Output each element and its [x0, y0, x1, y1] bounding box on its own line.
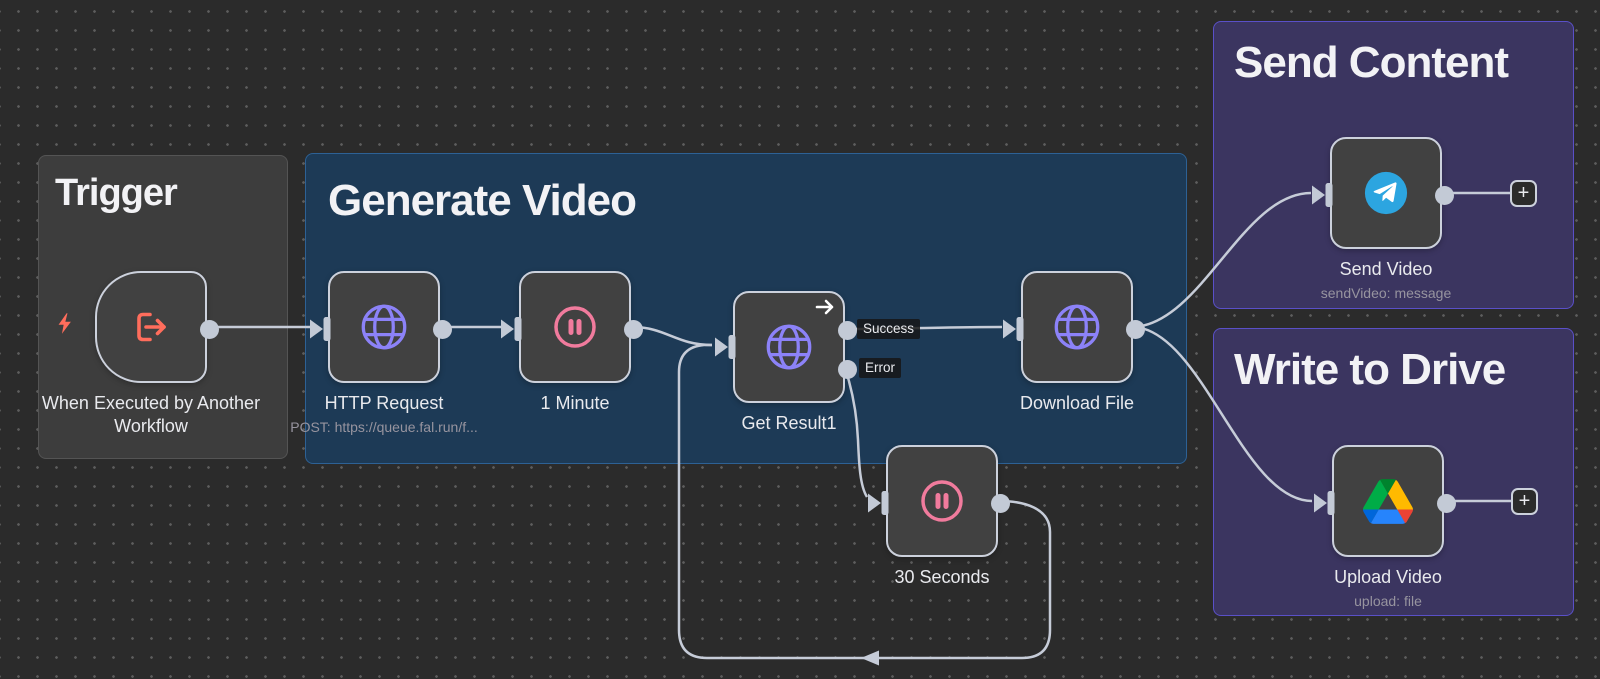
- node-wait-30-seconds[interactable]: 30 Seconds: [868, 445, 1010, 587]
- add-node-button[interactable]: +: [1510, 180, 1537, 207]
- input-connector[interactable]: [1002, 316, 1024, 342]
- node-label: 1 Minute: [540, 393, 610, 413]
- input-connector[interactable]: [500, 316, 522, 342]
- output-connector[interactable]: [624, 320, 643, 339]
- node-get-result1[interactable]: Get Result1: [715, 291, 857, 433]
- input-connector[interactable]: [1313, 490, 1335, 516]
- output-connector-error[interactable]: [838, 360, 857, 379]
- output-connector[interactable]: [991, 494, 1010, 513]
- output-label-error: Error: [859, 358, 901, 378]
- node-upload-video[interactable]: Upload Video upload: file: [1314, 445, 1456, 609]
- pause-icon: [921, 480, 963, 522]
- node-label: 30 Seconds: [894, 567, 990, 587]
- execute-workflow-icon: [137, 312, 166, 342]
- node-label: Send Video: [1339, 259, 1433, 279]
- node-label: Get Result1: [741, 413, 837, 433]
- globe-icon: [361, 304, 407, 350]
- node-label: Upload Video: [1334, 567, 1442, 587]
- output-connector[interactable]: [200, 320, 219, 339]
- node-subtitle: sendVideo: message: [1320, 285, 1452, 301]
- pause-icon: [554, 306, 596, 348]
- node-label: When Executed by Another Workflow: [41, 393, 261, 436]
- telegram-icon: [1364, 171, 1408, 215]
- node-download-file[interactable]: Download File: [1003, 271, 1145, 413]
- output-connector[interactable]: [1126, 320, 1145, 339]
- node-subtitle: POST: https://queue.fal.run/f...: [290, 419, 478, 435]
- output-connector-success[interactable]: [838, 321, 857, 340]
- node-when-executed-trigger[interactable]: When Executed by Another Workflow: [42, 271, 260, 436]
- add-node-button[interactable]: +: [1511, 488, 1538, 515]
- node-label: Download File: [1019, 393, 1135, 413]
- node-label: HTTP Request: [324, 393, 444, 413]
- node-send-video[interactable]: Send Video sendVideo: message: [1312, 137, 1454, 301]
- connection-download-to-upload[interactable]: [1134, 325, 1313, 503]
- node-wait-1-minute[interactable]: 1 Minute: [501, 271, 643, 413]
- connection-download-to-sendvideo[interactable]: [1134, 191, 1312, 329]
- google-drive-icon: [1363, 478, 1413, 524]
- node-http-request[interactable]: HTTP Request POST: https://queue.fal.run…: [290, 271, 478, 435]
- node-subtitle: upload: file: [1354, 593, 1422, 609]
- input-connector[interactable]: [1311, 182, 1333, 208]
- workflow-canvas[interactable]: Trigger Generate Video Send Content Writ…: [0, 0, 1600, 679]
- right-arrow-indicator-icon: [815, 299, 834, 315]
- input-connector[interactable]: [714, 334, 736, 360]
- connection-1minute-to-getresult[interactable]: [631, 325, 713, 347]
- loop-arrowhead-icon: [861, 650, 879, 666]
- output-connector[interactable]: [1437, 494, 1456, 513]
- output-connector[interactable]: [433, 320, 452, 339]
- input-connector[interactable]: [867, 490, 889, 516]
- globe-icon: [766, 324, 812, 370]
- globe-icon: [1054, 304, 1100, 350]
- output-connector[interactable]: [1435, 186, 1454, 205]
- output-label-success: Success: [857, 319, 921, 339]
- input-connector[interactable]: [309, 316, 331, 342]
- connection-error-to-30seconds[interactable]: [843, 367, 869, 498]
- lightning-bolt-icon: [58, 313, 71, 334]
